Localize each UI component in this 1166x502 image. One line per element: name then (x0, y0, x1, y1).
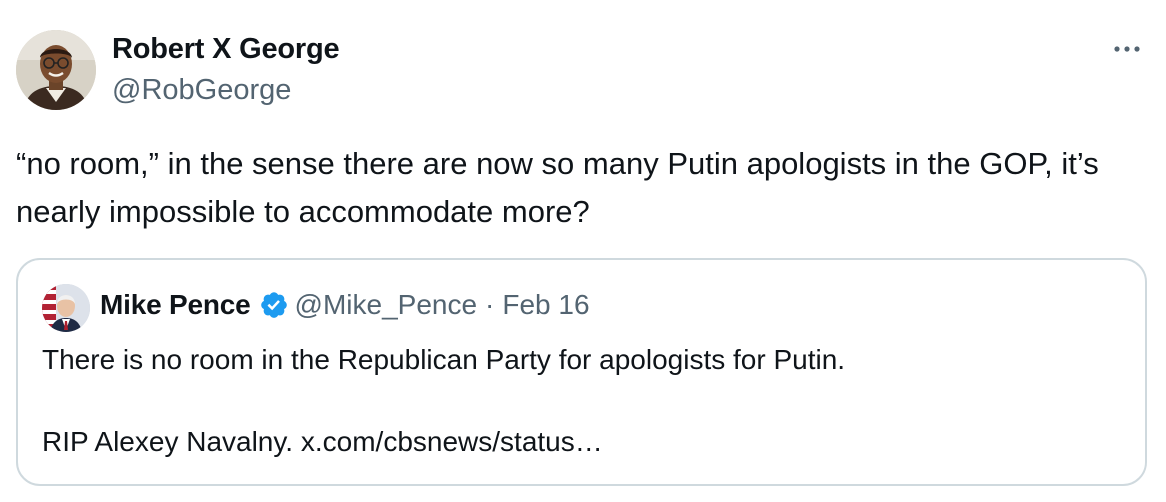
quoted-tweet-header: Mike Pence @Mike_Pence · Feb 16 (100, 289, 590, 321)
author-avatar[interactable] (16, 30, 96, 110)
quoted-tweet-text-prefix: RIP Alexey Navalny. (42, 426, 301, 457)
header-separator: · (485, 289, 495, 320)
quoted-tweet-date[interactable]: Feb 16 (502, 289, 589, 321)
author-name[interactable]: Robert X George (112, 33, 340, 66)
tweet-text: “no room,” in the sense there are now so… (16, 146, 1099, 229)
quoted-tweet-text-line2: RIP Alexey Navalny. x.com/cbsnews/status… (42, 426, 603, 458)
tweet: Robert X George @RobGeorge “no room,” in… (0, 0, 1166, 502)
more-horizontal-icon (1114, 46, 1140, 52)
quoted-tweet-text: There is no room in the Republican Party… (42, 344, 846, 375)
quoted-author-avatar-image (42, 284, 90, 332)
quoted-author-avatar[interactable] (42, 284, 90, 332)
quoted-tweet-link[interactable]: x.com/cbsnews/status… (301, 426, 603, 457)
quoted-author-name[interactable]: Mike Pence (100, 289, 251, 321)
quoted-tweet-card[interactable]: Mike Pence @Mike_Pence · Feb 16 There is… (16, 258, 1147, 486)
verified-badge-icon (260, 292, 287, 318)
author-handle[interactable]: @RobGeorge (112, 74, 291, 107)
more-options-button[interactable] (1108, 34, 1148, 64)
quoted-author-handle[interactable]: @Mike_Pence (295, 289, 478, 321)
author-avatar-image (16, 30, 96, 110)
